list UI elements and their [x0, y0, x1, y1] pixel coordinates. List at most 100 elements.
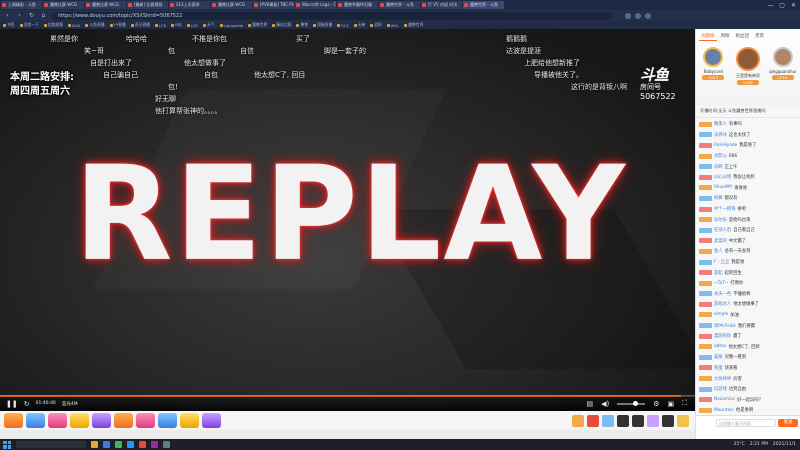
maximize-icon[interactable]: ▢ — [779, 2, 785, 9]
volume-slider[interactable] — [617, 400, 646, 406]
chat-username[interactable]: abtoo — [714, 344, 726, 349]
chat-username[interactable]: 在别人后 — [714, 227, 731, 233]
bookmark-item[interactable]: 优酷视频 — [43, 22, 63, 28]
chat-username[interactable]: 漫游的你 — [714, 333, 731, 339]
chat-username[interactable]: 以心以相 — [714, 174, 731, 180]
gift-icon[interactable] — [158, 413, 177, 428]
rank-item[interactable]: Bobycord LV23 — [698, 47, 728, 85]
bookmark-item[interactable]: 国服直播 — [313, 22, 332, 28]
chat-username[interactable]: 狗蛋 — [714, 365, 723, 371]
gift-icon[interactable] — [572, 414, 584, 427]
gift-icon[interactable] — [647, 414, 659, 427]
send-button[interactable]: 发送 — [778, 419, 798, 427]
gift-icon[interactable] — [632, 414, 644, 427]
danmu-toggle-icon[interactable]: ▤ — [586, 400, 593, 408]
bookmark-item[interactable]: 书签 — [3, 22, 15, 28]
gift-icon[interactable] — [180, 413, 199, 428]
sidebar-tab[interactable]: 贵宾 — [753, 32, 766, 41]
extension-icon[interactable] — [625, 12, 631, 19]
gift-icon[interactable] — [617, 414, 629, 427]
chat-username[interactable]: 卖菜的 — [714, 238, 727, 244]
browser-tab[interactable]: 魔兽比赛 WCG — [85, 1, 126, 9]
gift-icon[interactable] — [662, 414, 674, 427]
browser-tab[interactable]: 打 V5 对战 对决 — [421, 1, 462, 9]
chat-username[interactable]: 晚来人 — [714, 121, 727, 127]
gift-icon[interactable] — [26, 413, 45, 428]
sidebar-tab[interactable]: 周榜 — [719, 32, 732, 41]
browser-tab[interactable]: Warcraft Logs - Com — [295, 1, 336, 9]
gift-icon[interactable] — [587, 414, 599, 427]
minimize-icon[interactable]: — — [767, 2, 773, 9]
screenshot-icon[interactable]: ▣ — [667, 400, 674, 408]
chat-input[interactable]: 这里输入聊天内容 — [716, 419, 776, 427]
chat-username[interactable]: 猫屎 — [714, 354, 723, 360]
chat-username[interactable]: F - 丘丘 — [714, 259, 729, 265]
bookmark-item[interactable]: 天梯 — [353, 22, 365, 28]
forward-icon[interactable]: › — [16, 12, 23, 19]
app-icon[interactable] — [151, 441, 158, 448]
bookmark-item[interactable]: LCK — [154, 23, 166, 28]
gift-icon[interactable] — [114, 413, 133, 428]
gift-icon[interactable] — [202, 413, 221, 428]
folder-icon[interactable] — [91, 441, 98, 448]
chat-username[interactable]: Mountain — [714, 408, 734, 413]
sidebar-tab[interactable]: 贡献榜 — [699, 32, 717, 41]
taskbar-search[interactable] — [16, 441, 86, 448]
settings-icon[interactable]: ⚙ — [653, 400, 659, 408]
quality-label[interactable]: 蓝光4M — [62, 401, 78, 407]
browser-icon[interactable] — [103, 441, 110, 448]
bookmark-item[interactable]: 虎牙直播 — [130, 22, 150, 28]
bookmark-item[interactable]: WCL — [386, 23, 399, 28]
chat-username[interactable]: 法神冰 — [714, 132, 727, 138]
bookmark-item[interactable]: B站 — [171, 22, 182, 28]
chat-username[interactable]: 乐啊 — [714, 164, 723, 170]
rank-item[interactable]: 王是是有神灵 LV30 — [733, 47, 763, 85]
bookmark-item[interactable]: 魔兽世界 — [248, 22, 267, 28]
chat-username[interactable]: 是起 — [714, 270, 723, 276]
windows-start-icon[interactable] — [3, 440, 11, 449]
browser-tab[interactable]: [最新] 比赛视频 — [127, 1, 168, 9]
chat-username[interactable]: 鱼人 — [714, 248, 723, 254]
home-icon[interactable]: ⌂ — [40, 12, 47, 19]
bookmark-item[interactable]: 战网 — [370, 22, 382, 28]
browser-tab[interactable]: 魔兽比赛 WCG — [211, 1, 252, 9]
chat-username[interactable]: 游戏达人 — [714, 301, 731, 307]
chat-username[interactable]: 大风呼呼 — [714, 376, 731, 382]
bookmark-item[interactable]: LCK — [186, 23, 198, 28]
rank-item[interactable]: qingquanshui LV19 — [768, 47, 798, 85]
volume-knob[interactable] — [633, 400, 639, 406]
chat-username[interactable]: 水天一色 — [714, 291, 731, 297]
close-icon[interactable]: ✕ — [791, 2, 796, 9]
chat-username[interactable]: ~TaT~ — [714, 281, 728, 286]
browser-tab[interactable]: 上周精彩 · 斗鱼 — [1, 1, 42, 9]
chat-username[interactable]: RainHyade — [714, 143, 737, 148]
bookmark-item[interactable]: 精彩比赛 — [272, 22, 291, 28]
back-icon[interactable]: ‹ — [4, 12, 11, 19]
browser-tab[interactable]: 魔兽比赛 WCG — [43, 1, 84, 9]
browser-tab[interactable]: 魔兽世界 - 斗鱼 — [463, 1, 504, 9]
chat-username[interactable]: 乐尔乐 — [714, 217, 727, 223]
reload-icon[interactable]: ↻ — [28, 12, 35, 19]
app-icon[interactable] — [139, 441, 146, 448]
bookmark-item[interactable]: S13 — [337, 23, 349, 28]
url-field[interactable]: https://www.douyu.com/topic/XSXShrid=506… — [52, 11, 612, 20]
bookmark-item[interactable]: 斗鱼直播 — [85, 22, 105, 28]
bookmark-item[interactable]: 魔兽世界 — [404, 22, 423, 28]
chat-username[interactable]: 半个一把钱 — [714, 206, 735, 212]
refresh-icon[interactable]: ↻ — [24, 400, 30, 408]
bookmark-item[interactable]: 百度一下 — [19, 22, 39, 28]
chat-username[interactable]: 玩游戏 — [714, 386, 727, 392]
bookmark-item[interactable]: Liquipedia — [219, 23, 243, 28]
extension-icon[interactable] — [645, 12, 651, 19]
gift-icon[interactable] — [48, 413, 67, 428]
gift-icon[interactable] — [602, 414, 614, 427]
browser-tab[interactable]: [PVE模板] TBC P1 — [253, 1, 294, 9]
gift-icon[interactable] — [70, 413, 89, 428]
bookmark-item[interactable]: 暴雪 — [296, 22, 308, 28]
pause-icon[interactable]: ❚❚ — [6, 400, 18, 408]
app-icon[interactable] — [163, 441, 170, 448]
chat-username[interactable]: 水影心 — [714, 153, 727, 159]
chat-username[interactable]: 周PK-Feike — [714, 323, 736, 329]
gift-icon[interactable] — [92, 413, 111, 428]
browser-tab[interactable]: 魔兽世界 - 斗鱼 — [379, 1, 420, 9]
